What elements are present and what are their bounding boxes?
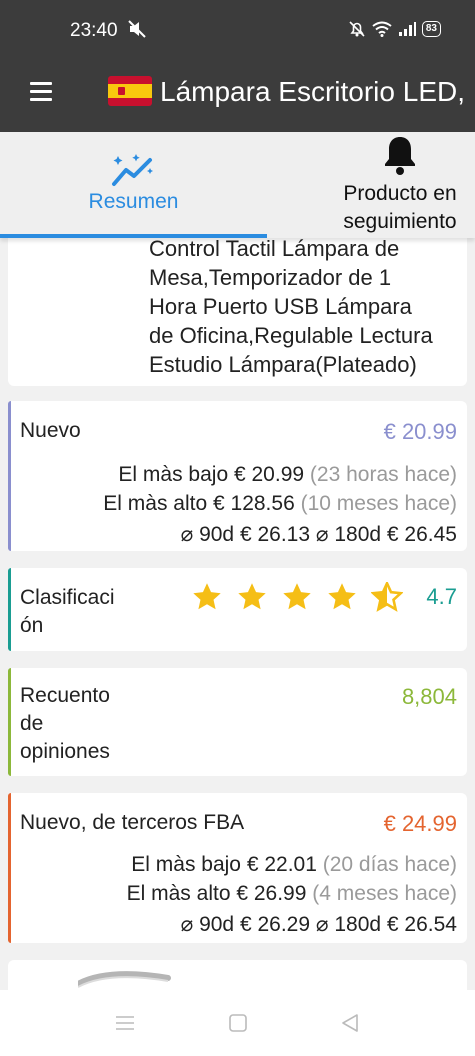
lowest-when: (20 días hace)	[322, 853, 457, 876]
highest-label: El màs alto	[103, 492, 208, 515]
back-icon[interactable]	[340, 1014, 360, 1032]
star-icon	[238, 583, 266, 610]
tab-resumen-label: Resumen	[88, 190, 179, 213]
highest-when: (4 meses hace)	[312, 882, 457, 905]
star-icon	[283, 583, 311, 610]
description-line: Estudio Lámpara(Plateado)	[149, 352, 417, 377]
star-rating	[191, 582, 403, 612]
page-title: Lámpara Escritorio LED,	[160, 76, 466, 107]
new-highest-row: El màs alto € 128.56 (10 meses hace)	[103, 492, 457, 516]
rating-label-line: Clasificaci	[20, 586, 115, 609]
trend-chart-icon	[112, 154, 153, 186]
review-count-value: 8,804	[401, 684, 457, 709]
rating-value: 4.7	[426, 584, 457, 609]
fba-highest-row: El màs alto € 26.99 (4 meses hace)	[127, 882, 457, 906]
tab-active-indicator	[0, 234, 267, 238]
spain-flag-icon	[108, 76, 152, 106]
mute-icon	[128, 20, 146, 38]
signal-icon	[398, 22, 416, 36]
highest-value: € 26.99	[236, 882, 307, 905]
lowest-label: El màs bajo	[131, 853, 241, 876]
new-price-value: € 20.99	[383, 419, 457, 444]
avg90-label: ⌀ 90d	[180, 523, 235, 546]
menu-icon[interactable]	[115, 1014, 135, 1032]
product-image	[78, 971, 171, 988]
tab-resumen[interactable]: Resumen	[0, 132, 267, 238]
rating-card[interactable]: Clasificaci ón 4.7	[8, 568, 467, 651]
highest-label: El màs alto	[126, 882, 231, 905]
summary-list[interactable]: Control Tactil Lámpara de Mesa,Temporiza…	[0, 238, 475, 990]
lowest-when: (23 horas hace)	[309, 463, 457, 486]
wifi-icon	[372, 21, 392, 37]
lowest-value: € 20.99	[233, 463, 305, 486]
bell-off-icon	[349, 21, 365, 37]
star-icon	[328, 583, 356, 610]
review-count-card[interactable]: Recuento de opiniones 8,804	[8, 668, 467, 776]
avg90-value: € 26.29	[239, 913, 311, 936]
status-time: 23:40	[70, 20, 118, 41]
fba-price-label: Nuevo, de terceros FBA	[20, 811, 245, 834]
star-icon	[193, 583, 221, 610]
avg90-label: ⌀ 90d	[180, 913, 235, 936]
review-count-label: Recuento de opiniones	[20, 682, 110, 766]
fba-average-row: ⌀ 90d € 26.29 ⌀ 180d € 26.54	[181, 912, 457, 937]
home-icon[interactable]	[228, 1014, 248, 1032]
avg180-value: € 26.45	[386, 523, 457, 546]
review-label-line: opiniones	[20, 740, 110, 763]
product-description-card: Control Tactil Lámpara de Mesa,Temporiza…	[8, 238, 467, 386]
tab-producto-seguimiento[interactable]: Producto en seguimiento	[325, 132, 475, 238]
tab-bar: Resumen Producto en seguimiento	[0, 132, 475, 238]
battery-icon: 83	[421, 21, 441, 37]
description-line: de Oficina,Regulable Lectura	[149, 323, 433, 348]
fba-lowest-row: El màs bajo € 22.01 (20 días hace)	[131, 853, 457, 877]
fba-price-value: € 24.99	[383, 811, 457, 836]
description-line: Mesa,Temporizador de 1	[149, 265, 392, 290]
lowest-label: El màs bajo	[118, 463, 229, 486]
review-label-line: de	[20, 712, 44, 735]
fba-price-card[interactable]: Nuevo, de terceros FBA € 24.99 El màs ba…	[8, 793, 467, 943]
tab-producto-seguimiento-label: Producto en seguimiento	[343, 182, 457, 233]
new-price-card[interactable]: Nuevo € 20.99 El màs bajo € 20.99 (23 ho…	[8, 401, 467, 551]
menu-icon[interactable]	[30, 82, 52, 102]
review-label-line: Recuento	[20, 684, 110, 707]
lowest-value: € 22.01	[246, 853, 317, 876]
rating-label-line: ón	[20, 614, 44, 637]
status-icons: 83	[348, 20, 441, 38]
description-line: Hora Puerto USB Lámpara	[149, 294, 412, 319]
bell-icon	[385, 137, 415, 175]
star-half-icon	[371, 582, 403, 612]
highest-when: (10 meses hace)	[300, 492, 457, 515]
rating-label: Clasificaci ón	[20, 584, 115, 640]
highest-value: € 128.56	[213, 492, 295, 515]
description-line: Control Tactil Lámpara de	[149, 238, 400, 261]
avg180-value: € 26.54	[386, 913, 457, 936]
status-bar: 23:40 83	[0, 0, 475, 62]
app-bar: Lámpara Escritorio LED,	[0, 62, 475, 132]
product-image-card	[8, 960, 467, 990]
avg180-label: ⌀ 180d	[315, 913, 382, 936]
new-lowest-row: El màs bajo € 20.99 (23 horas hace)	[118, 463, 457, 487]
avg90-value: € 26.13	[239, 523, 311, 546]
avg180-label: ⌀ 180d	[315, 523, 382, 546]
new-average-row: ⌀ 90d € 26.13 ⌀ 180d € 26.45	[181, 522, 457, 547]
product-description: Control Tactil Lámpara de Mesa,Temporiza…	[149, 238, 454, 379]
system-nav-bar	[0, 990, 475, 1056]
new-price-label: Nuevo	[20, 419, 81, 442]
